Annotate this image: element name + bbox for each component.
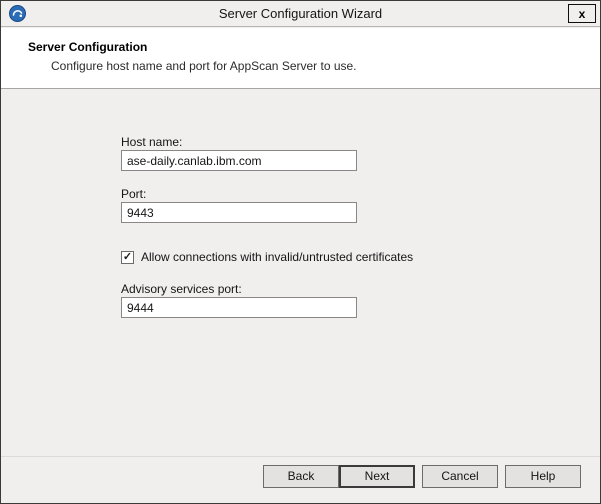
window-title: Server Configuration Wizard [1,6,600,21]
host-name-input[interactable] [121,150,357,171]
page-title: Server Configuration [28,40,147,54]
help-button[interactable]: Help [505,465,581,488]
cert-checkbox-label: Allow connections with invalid/untrusted… [141,250,413,264]
close-button[interactable]: x [568,4,596,23]
advisory-port-input[interactable] [121,297,357,318]
wizard-header: Server Configuration Configure host name… [1,28,600,89]
port-label: Port: [121,187,146,201]
next-button[interactable]: Next [339,465,415,488]
cert-checkbox[interactable]: ✓ [121,251,134,264]
server-configuration-wizard-window: Server Configuration Wizard x Server Con… [0,0,601,504]
footer-divider [1,456,600,457]
cert-checkbox-row[interactable]: ✓ Allow connections with invalid/untrust… [121,250,413,264]
host-name-label: Host name: [121,135,182,149]
title-bar[interactable]: Server Configuration Wizard x [1,1,600,27]
cancel-button[interactable]: Cancel [422,465,498,488]
page-subtitle: Configure host name and port for AppScan… [51,59,357,73]
form-area: Host name: Port: ✓ Allow connections wit… [1,90,600,503]
back-button[interactable]: Back [263,465,339,488]
port-input[interactable] [121,202,357,223]
advisory-port-label: Advisory services port: [121,282,242,296]
